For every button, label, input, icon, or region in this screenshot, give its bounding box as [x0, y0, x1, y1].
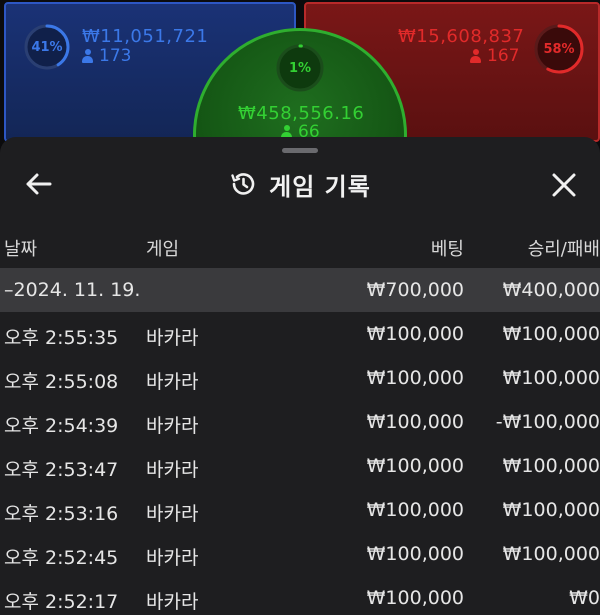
- table-row[interactable]: 오후 2:55:08 바카라 ₩100,000 ₩100,000: [0, 356, 600, 400]
- page-title: 게임 기록: [269, 172, 371, 201]
- table-row[interactable]: 오후 2:53:47 바카라 ₩100,000 ₩100,000: [0, 444, 600, 488]
- history-clock-icon: [231, 173, 255, 195]
- row-win-loss: ₩0: [569, 587, 600, 609]
- row-game: 바카라: [146, 503, 199, 525]
- row-game: 바카라: [146, 547, 199, 569]
- row-game: 바카라: [146, 591, 199, 613]
- row-bet: ₩100,000: [366, 499, 464, 521]
- table-row[interactable]: 오후 2:52:45 바카라 ₩100,000 ₩100,000: [0, 532, 600, 576]
- tie-percent: 1%: [288, 60, 312, 76]
- person-icon: [82, 49, 93, 63]
- row-win-loss: ₩100,000: [502, 367, 600, 389]
- row-time: 오후 2:55:08: [4, 371, 119, 393]
- player-percent-ring: 41%: [22, 22, 72, 72]
- row-time: 오후 2:52:45: [4, 547, 119, 569]
- tie-total-amount: ₩458,556.16: [238, 103, 365, 124]
- date-group-date: –2024. 11. 19.: [4, 279, 141, 301]
- player-player-count: 173: [82, 46, 131, 66]
- row-win-loss: ₩100,000: [502, 499, 600, 521]
- sheet-drag-handle[interactable]: [282, 148, 318, 153]
- table-row[interactable]: 오후 2:54:39 바카라 ₩100,000 -₩100,000: [0, 400, 600, 444]
- arrow-left-icon: [26, 173, 52, 195]
- player-percent: 41%: [31, 39, 63, 55]
- banker-percent-ring: 58%: [532, 22, 586, 76]
- banker-percent: 58%: [543, 41, 575, 57]
- date-group-bet-total: ₩700,000: [366, 279, 464, 301]
- row-bet: ₩100,000: [366, 323, 464, 345]
- row-win-loss: -₩100,000: [495, 411, 600, 433]
- game-history-sheet: 게임 기록 날짜 게임 베팅 승리/패배 –2024. 11. 19. ₩700…: [0, 137, 600, 615]
- column-header-date: 날짜: [4, 239, 38, 260]
- row-bet: ₩100,000: [366, 455, 464, 477]
- sheet-header: 게임 기록: [0, 167, 600, 201]
- person-icon: [470, 49, 481, 63]
- row-time: 오후 2:54:39: [4, 415, 119, 437]
- table-header: 날짜 게임 베팅 승리/패배: [0, 229, 600, 265]
- row-bet: ₩100,000: [366, 543, 464, 565]
- table-row[interactable]: 오후 2:55:35 바카라 ₩100,000 ₩100,000: [0, 312, 600, 356]
- date-group-win-total: ₩400,000: [502, 279, 600, 301]
- row-win-loss: ₩100,000: [502, 543, 600, 565]
- date-group-row[interactable]: –2024. 11. 19. ₩700,000 ₩400,000: [0, 268, 600, 312]
- column-header-bet: 베팅: [430, 239, 464, 260]
- history-table: –2024. 11. 19. ₩700,000 ₩400,000 오후 2:55…: [0, 268, 600, 615]
- row-win-loss: ₩100,000: [502, 323, 600, 345]
- column-header-win-loss: 승리/패배: [527, 239, 600, 260]
- row-time: 오후 2:53:16: [4, 503, 119, 525]
- row-time: 오후 2:53:47: [4, 459, 119, 481]
- tie-percent-ring: 1%: [274, 42, 326, 94]
- back-button[interactable]: [22, 169, 58, 199]
- column-header-game: 게임: [146, 239, 180, 260]
- row-time: 오후 2:52:17: [4, 591, 119, 613]
- row-bet: ₩100,000: [366, 411, 464, 433]
- banker-count-value: 167: [487, 46, 520, 66]
- row-game: 바카라: [146, 459, 199, 481]
- row-game: 바카라: [146, 415, 199, 437]
- close-icon: [552, 173, 576, 197]
- player-count-value: 173: [99, 46, 132, 66]
- table-row[interactable]: 오후 2:53:16 바카라 ₩100,000 ₩100,000: [0, 488, 600, 532]
- banker-total-amount: ₩15,608,837: [398, 26, 525, 47]
- row-bet: ₩100,000: [366, 367, 464, 389]
- close-button[interactable]: [548, 169, 580, 201]
- player-total-amount: ₩11,051,721: [82, 26, 209, 47]
- row-game: 바카라: [146, 327, 199, 349]
- table-row[interactable]: 오후 2:52:17 바카라 ₩100,000 ₩0: [0, 576, 600, 615]
- bet-area: 41% ₩11,051,721 173 1% ₩458,556.16 66 ₩1…: [0, 0, 600, 160]
- row-game: 바카라: [146, 371, 199, 393]
- row-bet: ₩100,000: [366, 587, 464, 609]
- row-time: 오후 2:55:35: [4, 327, 119, 349]
- banker-player-count: 167: [470, 46, 519, 66]
- row-win-loss: ₩100,000: [502, 455, 600, 477]
